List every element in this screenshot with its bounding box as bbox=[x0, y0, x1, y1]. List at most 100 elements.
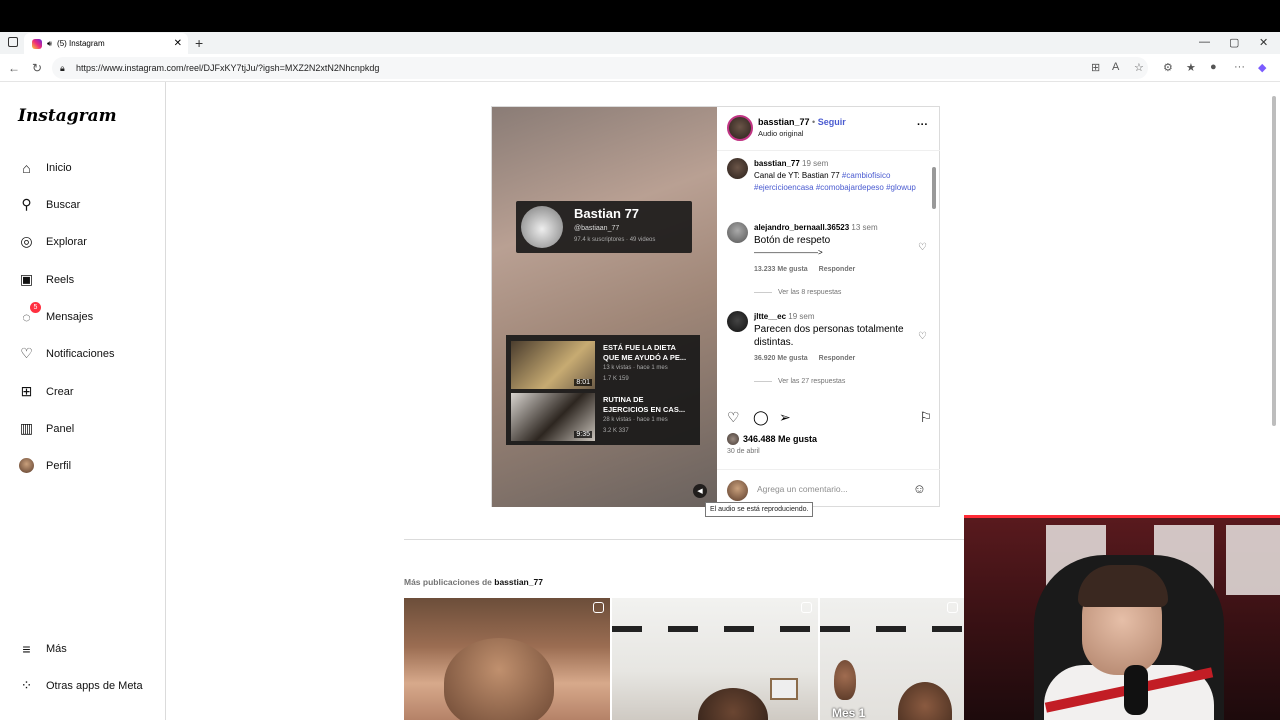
thumbnail-hand bbox=[834, 660, 856, 700]
sidebar-item-explorar[interactable]: ◎ Explorar bbox=[18, 233, 87, 250]
wall-jersey bbox=[1226, 525, 1280, 595]
yt-channel-avatar bbox=[521, 206, 563, 248]
author-avatar[interactable] bbox=[727, 115, 753, 141]
page-scrollbar[interactable] bbox=[1272, 96, 1276, 426]
audio-toggle-button[interactable]: ◀ bbox=[693, 484, 707, 498]
more-options-icon[interactable]: ··· bbox=[917, 119, 928, 131]
more-posts-title: Más publicaciones de basstian_77 bbox=[404, 577, 543, 587]
back-arrow-icon[interactable]: ← bbox=[8, 61, 20, 75]
comment-username[interactable]: alejandro_bernaall.36523 bbox=[754, 223, 849, 232]
more-post-thumbnail[interactable]: Mes 1 bbox=[820, 598, 964, 720]
follow-button[interactable]: Seguir bbox=[818, 117, 846, 127]
emoji-icon[interactable]: ☺ bbox=[913, 481, 926, 496]
comment-item: jltte__ec 19 sem Parecen dos personas to… bbox=[727, 311, 927, 371]
sidebar-item-label: Explorar bbox=[46, 235, 87, 248]
more-posts-user[interactable]: basstian_77 bbox=[494, 577, 543, 587]
minimize-button[interactable]: — bbox=[1199, 36, 1210, 48]
yt-video-thumbnail: 8:01 bbox=[511, 341, 595, 389]
reply-button[interactable]: Responder bbox=[819, 266, 856, 273]
yt-video-row: 9:35 RUTINA DE EJERCICIOS EN CAS... 28 k… bbox=[511, 393, 697, 441]
scrollbar-thumb[interactable] bbox=[932, 167, 936, 209]
comment-input[interactable]: Agrega un comentario... bbox=[757, 484, 848, 494]
like-icon[interactable]: ♡ bbox=[727, 409, 740, 426]
author-username[interactable]: basstian_77 bbox=[758, 117, 810, 127]
extensions-icon[interactable]: ⚙ bbox=[1163, 61, 1173, 74]
apps-grid-icon: ⁘ bbox=[20, 677, 33, 693]
sidebar-item-inicio[interactable]: ⌂ Inicio bbox=[18, 159, 71, 176]
read-aloud-icon[interactable]: A bbox=[1112, 61, 1119, 73]
comment-likes[interactable]: 13.233 Me gusta bbox=[754, 266, 808, 273]
sidebar-item-crear[interactable]: ⊞ Crear bbox=[18, 383, 74, 400]
new-tab-button[interactable]: + bbox=[195, 35, 203, 51]
sidebar-item-notificaciones[interactable]: ♡ Notificaciones bbox=[18, 345, 114, 362]
like-comment-icon[interactable]: ♡ bbox=[918, 242, 927, 253]
comment-icon[interactable]: ◯ bbox=[753, 409, 769, 426]
site-info-icon[interactable]: 🔒︎ bbox=[60, 57, 65, 79]
profile-icon[interactable]: ● bbox=[1210, 61, 1217, 73]
sidebar-item-label: Más bbox=[46, 642, 67, 655]
yt-channel-card: Bastian 77 @bastiaan_77 97.4 k suscripto… bbox=[516, 201, 692, 253]
instagram-logo[interactable]: Instagram bbox=[18, 106, 117, 126]
close-window-button[interactable]: ✕ bbox=[1259, 36, 1268, 49]
comment-username[interactable]: jltte__ec bbox=[754, 312, 786, 321]
like-comment-icon[interactable]: ♡ bbox=[918, 331, 927, 342]
app-view-icon[interactable]: ⊞ bbox=[1091, 61, 1100, 74]
reload-icon[interactable]: ↻ bbox=[32, 61, 42, 75]
view-replies-label: Ver las 27 respuestas bbox=[778, 378, 846, 385]
comment-time: 13 sem bbox=[851, 223, 878, 232]
comments-scrollbar[interactable] bbox=[932, 155, 936, 395]
yt-video-thumbnail: 9:35 bbox=[511, 393, 595, 441]
likes-row[interactable]: 346.488 Me gusta bbox=[727, 433, 817, 445]
copilot-icon[interactable]: ◆ bbox=[1258, 61, 1266, 74]
speaker-icon[interactable]: 🔊︎ bbox=[47, 39, 52, 49]
post-details: basstian_77 • Seguir Audio original ··· … bbox=[717, 107, 940, 507]
likes-count: 346.488 Me gusta bbox=[743, 434, 818, 444]
yt-video-title: RUTINA DE EJERCICIOS EN CAS... bbox=[603, 395, 686, 414]
audio-label[interactable]: Audio original bbox=[758, 129, 803, 138]
avatar[interactable] bbox=[727, 222, 748, 243]
favorites-icon[interactable]: ★ bbox=[1186, 61, 1196, 74]
plus-square-icon: ⊞ bbox=[20, 383, 33, 399]
url-text: https://www.instagram.com/reel/DJFxKY7tj… bbox=[76, 63, 380, 73]
caption-text: Canal de YT: Bastian 77 bbox=[754, 171, 840, 180]
avatar[interactable] bbox=[727, 311, 748, 332]
url-field[interactable]: 🔒︎ https://www.instagram.com/reel/DJFxKY… bbox=[52, 57, 1148, 79]
comment-likes[interactable]: 36.920 Me gusta bbox=[754, 355, 808, 362]
view-replies-button[interactable]: Ver las 8 respuestas bbox=[754, 289, 841, 296]
yt-channel-handle: @bastiaan_77 bbox=[574, 225, 620, 232]
sidebar: Instagram ⌂ Inicio ⚲ Buscar ◎ Explorar ▣… bbox=[0, 82, 166, 720]
more-menu-icon[interactable]: ··· bbox=[1234, 61, 1245, 73]
home-icon: ⌂ bbox=[22, 159, 31, 176]
sidebar-item-reels[interactable]: ▣ Reels bbox=[18, 271, 74, 288]
avatar[interactable] bbox=[727, 158, 748, 179]
sidebar-item-buscar[interactable]: ⚲ Buscar bbox=[18, 196, 80, 213]
comment-text: Botón de respeto bbox=[754, 235, 831, 246]
tab-close-icon[interactable]: ✕ bbox=[174, 38, 182, 49]
liker-avatar bbox=[727, 433, 739, 445]
more-post-thumbnail[interactable] bbox=[612, 598, 818, 720]
section-divider bbox=[404, 539, 964, 540]
more-post-thumbnail[interactable] bbox=[404, 598, 610, 720]
tab-title: (5) Instagram bbox=[57, 39, 105, 48]
comment-meta: 36.920 Me gusta Responder bbox=[754, 355, 864, 362]
save-bookmark-icon[interactable]: ⚐ bbox=[919, 409, 932, 426]
maximize-button[interactable]: ▢ bbox=[1229, 36, 1239, 49]
sidebar-item-perfil[interactable]: Perfil bbox=[18, 457, 71, 474]
caption-username[interactable]: basstian_77 bbox=[754, 159, 800, 168]
sidebar-item-mensajes[interactable]: ◌ 5 Mensajes bbox=[18, 302, 93, 325]
browser-tab-instagram[interactable]: 🔊︎ (5) Instagram ✕ bbox=[24, 33, 188, 54]
view-replies-button[interactable]: Ver las 27 respuestas bbox=[754, 378, 845, 385]
caption-time: 19 sem bbox=[802, 159, 829, 168]
favorite-star-icon[interactable]: ☆ bbox=[1134, 61, 1144, 74]
sidebar-item-meta-apps[interactable]: ⁘ Otras apps de Meta bbox=[18, 677, 143, 694]
share-icon[interactable]: ➢ bbox=[779, 409, 791, 426]
tab-actions-icon[interactable] bbox=[8, 37, 18, 47]
comment-arrow-text: ————————> bbox=[754, 248, 823, 257]
reel-video[interactable]: Bastian 77 @bastiaan_77 97.4 k suscripto… bbox=[492, 107, 717, 507]
thumbnail-caption: Mes 1 bbox=[832, 706, 866, 720]
avatar bbox=[727, 480, 748, 501]
microphone bbox=[1124, 665, 1148, 715]
sidebar-item-mas[interactable]: ≡ Más bbox=[18, 640, 67, 657]
reply-button[interactable]: Responder bbox=[819, 355, 856, 362]
sidebar-item-panel[interactable]: ▥ Panel bbox=[18, 420, 74, 437]
